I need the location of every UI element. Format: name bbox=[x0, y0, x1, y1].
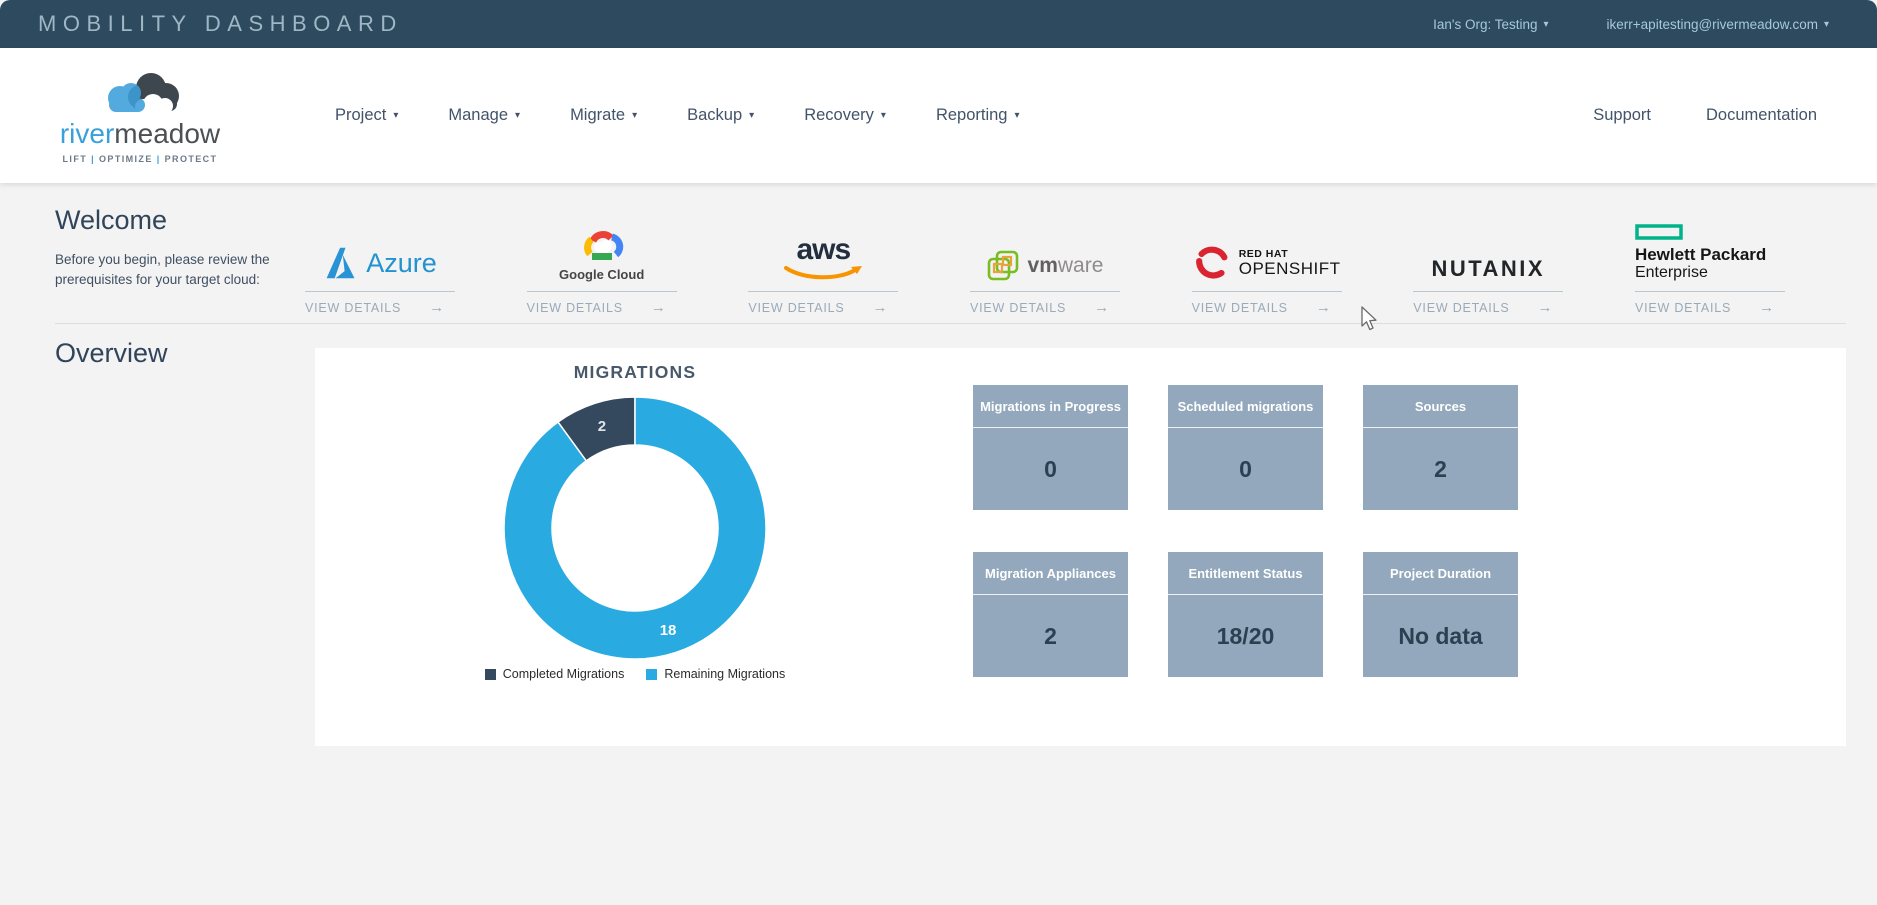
chevron-down-icon: ▾ bbox=[881, 110, 886, 121]
aws-logo: aws bbox=[783, 208, 863, 282]
chevron-down-icon: ▾ bbox=[515, 110, 520, 121]
azure-wordmark: Azure bbox=[366, 248, 437, 279]
org-dropdown-label: Ian's Org: Testing bbox=[1433, 17, 1537, 32]
cloud-tile-azure: Azure VIEW DETAILS→ bbox=[305, 208, 455, 316]
logo-tagline: LIFT|OPTIMIZE|PROTECT bbox=[63, 154, 218, 164]
logo-wordmark: rivermeadow bbox=[60, 120, 220, 148]
stat-card-project-duration: Project Duration No data bbox=[1363, 552, 1518, 677]
target-clouds-row: Azure VIEW DETAILS→ Google Cloud VIEW DE… bbox=[305, 208, 1785, 316]
nav-links-group: Support Documentation bbox=[1593, 106, 1817, 125]
openshift-logo: RED HAT OPENSHIFT bbox=[1193, 208, 1341, 282]
view-details-link-aws[interactable]: VIEW DETAILS→ bbox=[748, 291, 898, 316]
cloud-tile-vmware: vmware VIEW DETAILS→ bbox=[970, 208, 1120, 316]
google-cloud-logo: Google Cloud bbox=[559, 208, 644, 282]
chevron-down-icon: ▾ bbox=[393, 110, 398, 121]
cloud-tile-openshift: RED HAT OPENSHIFT VIEW DETAILS→ bbox=[1192, 208, 1342, 316]
section-divider bbox=[55, 323, 1846, 324]
nav-menu-recovery[interactable]: Recovery▾ bbox=[804, 106, 886, 125]
stat-card-migrations-in-progress: Migrations in Progress 0 bbox=[973, 385, 1128, 510]
welcome-title: Welcome bbox=[55, 205, 305, 236]
support-link[interactable]: Support bbox=[1593, 106, 1651, 125]
org-dropdown[interactable]: Ian's Org: Testing ▾ bbox=[1433, 17, 1548, 32]
svg-text:2: 2 bbox=[598, 418, 606, 435]
stat-card-sources: Sources 2 bbox=[1363, 385, 1518, 510]
welcome-subtitle: Before you begin, please review the prer… bbox=[55, 250, 305, 289]
google-cloud-caption: Google Cloud bbox=[559, 267, 644, 282]
nav-menu-backup[interactable]: Backup▾ bbox=[687, 106, 754, 125]
arrow-right-icon: → bbox=[873, 299, 888, 316]
user-dropdown[interactable]: ikerr+apitesting@rivermeadow.com ▾ bbox=[1607, 17, 1829, 32]
stat-card-entitlement-status: Entitlement Status 18/20 bbox=[1168, 552, 1323, 677]
svg-text:18: 18 bbox=[660, 622, 677, 639]
nav-menu-migrate[interactable]: Migrate▾ bbox=[570, 106, 637, 125]
stat-card-scheduled-migrations: Scheduled migrations 0 bbox=[1168, 385, 1323, 510]
hpe-logo: Hewlett Packard Enterprise bbox=[1635, 208, 1766, 282]
view-details-link-nutanix[interactable]: VIEW DETAILS→ bbox=[1413, 291, 1563, 316]
overview-panel: MIGRATIONS 2 18 Completed Migrations Rema… bbox=[315, 348, 1846, 746]
chevron-down-icon: ▾ bbox=[1544, 19, 1549, 30]
aws-wordmark: aws bbox=[796, 238, 850, 262]
chevron-down-icon: ▾ bbox=[1824, 19, 1829, 30]
vmware-icon bbox=[987, 250, 1019, 282]
view-details-link-google-cloud[interactable]: VIEW DETAILS→ bbox=[527, 291, 677, 316]
arrow-right-icon: → bbox=[1759, 299, 1774, 316]
hpe-wordmark-line1: Hewlett Packard bbox=[1635, 245, 1766, 265]
legend-item-completed[interactable]: Completed Migrations bbox=[485, 667, 625, 681]
chevron-down-icon: ▾ bbox=[749, 110, 754, 121]
chart-title: MIGRATIONS bbox=[574, 362, 697, 383]
migrations-donut-chart[interactable]: 2 18 bbox=[500, 393, 770, 663]
arrow-right-icon: → bbox=[651, 299, 666, 316]
chevron-down-icon: ▾ bbox=[632, 110, 637, 121]
openshift-wordmark: RED HAT OPENSHIFT bbox=[1239, 249, 1341, 278]
cloud-tile-hpe: Hewlett Packard Enterprise VIEW DETAILS→ bbox=[1635, 208, 1785, 316]
topbar-right-group: Ian's Org: Testing ▾ ikerr+apitesting@ri… bbox=[1433, 17, 1829, 32]
logo-word-meadow: meadow bbox=[114, 118, 220, 149]
google-cloud-icon bbox=[579, 228, 625, 264]
clouds-logo-icon bbox=[93, 68, 188, 124]
arrow-right-icon: → bbox=[429, 299, 444, 316]
nav-menu-manage[interactable]: Manage▾ bbox=[448, 106, 520, 125]
nav-menu-reporting[interactable]: Reporting▾ bbox=[936, 106, 1020, 125]
cloud-tile-nutanix: NUTANIX VIEW DETAILS→ bbox=[1413, 208, 1563, 316]
chart-legend: Completed Migrations Remaining Migration… bbox=[485, 667, 785, 681]
user-dropdown-label: ikerr+apitesting@rivermeadow.com bbox=[1607, 17, 1818, 32]
view-details-link-hpe[interactable]: VIEW DETAILS→ bbox=[1635, 291, 1785, 316]
view-details-link-vmware[interactable]: VIEW DETAILS→ bbox=[970, 291, 1120, 316]
legend-item-remaining[interactable]: Remaining Migrations bbox=[646, 667, 785, 681]
nav-menu-group: Project▾ Manage▾ Migrate▾ Backup▾ Recove… bbox=[335, 106, 1020, 125]
app-title: MOBILITY DASHBOARD bbox=[38, 11, 403, 37]
migrations-chart: MIGRATIONS 2 18 Completed Migrations Rema… bbox=[445, 362, 825, 681]
nutanix-logo: NUTANIX bbox=[1431, 208, 1545, 282]
logo-word-river: river bbox=[60, 118, 114, 149]
vmware-wordmark: vmware bbox=[1028, 254, 1104, 278]
overview-title: Overview bbox=[55, 338, 168, 369]
legend-swatch-remaining bbox=[646, 669, 657, 680]
view-details-link-openshift[interactable]: VIEW DETAILS→ bbox=[1192, 291, 1342, 316]
stat-card-migration-appliances: Migration Appliances 2 bbox=[973, 552, 1128, 677]
aws-smile-icon bbox=[783, 264, 863, 282]
view-details-link-azure[interactable]: VIEW DETAILS→ bbox=[305, 291, 455, 316]
top-app-bar: MOBILITY DASHBOARD Ian's Org: Testing ▾ … bbox=[0, 0, 1877, 48]
mouse-cursor bbox=[1358, 306, 1380, 332]
main-navbar: rivermeadow LIFT|OPTIMIZE|PROTECT Projec… bbox=[0, 48, 1877, 183]
chevron-down-icon: ▾ bbox=[1014, 110, 1019, 121]
documentation-link[interactable]: Documentation bbox=[1706, 106, 1817, 125]
openshift-icon bbox=[1193, 244, 1231, 282]
stats-grid: Migrations in Progress 0 Scheduled migra… bbox=[973, 385, 1518, 677]
nutanix-wordmark: NUTANIX bbox=[1431, 256, 1545, 282]
arrow-right-icon: → bbox=[1537, 299, 1552, 316]
azure-icon bbox=[323, 244, 359, 282]
welcome-section: Welcome Before you begin, please review … bbox=[55, 205, 305, 289]
legend-swatch-completed bbox=[485, 669, 496, 680]
cloud-tile-aws: aws VIEW DETAILS→ bbox=[748, 208, 898, 316]
azure-logo: Azure bbox=[323, 208, 437, 282]
hpe-rectangle-icon bbox=[1635, 224, 1685, 241]
arrow-right-icon: → bbox=[1094, 299, 1109, 316]
nav-menu-project[interactable]: Project▾ bbox=[335, 106, 398, 125]
cloud-tile-google-cloud: Google Cloud VIEW DETAILS→ bbox=[527, 208, 677, 316]
rivermeadow-logo[interactable]: rivermeadow LIFT|OPTIMIZE|PROTECT bbox=[55, 68, 225, 164]
vmware-logo: vmware bbox=[987, 208, 1104, 282]
hpe-wordmark-line2: Enterprise bbox=[1635, 264, 1708, 282]
arrow-right-icon: → bbox=[1316, 299, 1331, 316]
